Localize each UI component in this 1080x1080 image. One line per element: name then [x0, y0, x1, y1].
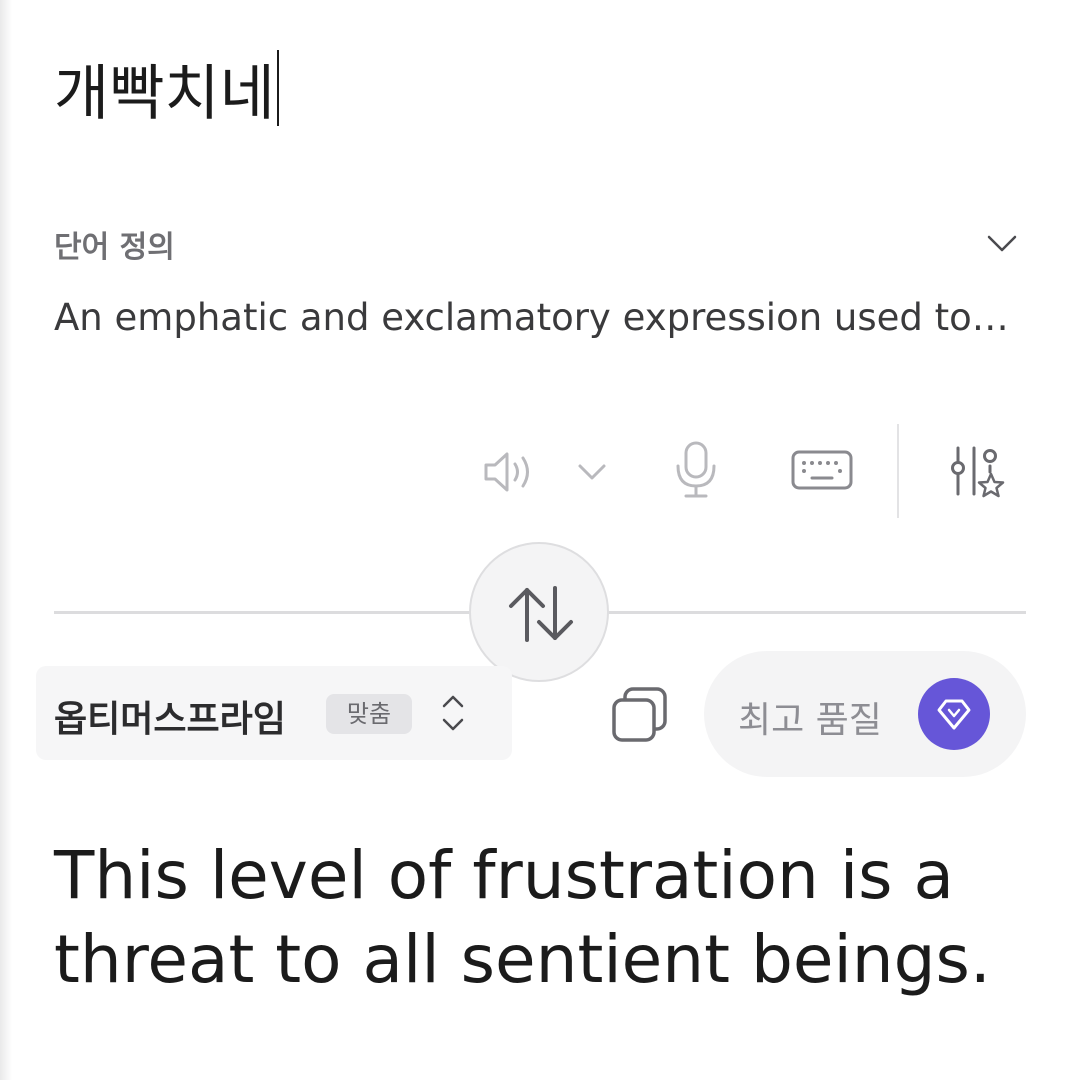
copy-icon[interactable]	[608, 684, 670, 746]
quality-label: 최고 품질	[738, 700, 882, 741]
model-badge: 맞춤	[326, 694, 412, 734]
left-edge-shadow	[0, 0, 12, 1080]
swap-languages-button[interactable]	[469, 542, 609, 682]
diamond-icon	[937, 699, 971, 730]
chevron-down-icon[interactable]	[984, 226, 1020, 262]
chevron-up-down-icon	[442, 695, 464, 731]
microphone-icon[interactable]	[672, 440, 720, 500]
quality-toggle[interactable]: 최고 품질	[704, 651, 1026, 777]
definition-text[interactable]: An emphatic and exclamatory expression u…	[54, 296, 1014, 339]
definition-title: 단어 정의	[54, 230, 175, 265]
toolbar-separator	[897, 424, 899, 518]
translator-screen: 개빡치네 단어 정의 An emphatic and exclamatory e…	[0, 0, 1080, 1080]
text-caret	[276, 50, 279, 126]
translation-result: This level of frustration is a threat to…	[54, 837, 991, 998]
source-input[interactable]: 개빡치네	[54, 50, 279, 134]
model-name: 옵티머스프라임	[54, 699, 286, 740]
source-input-text: 개빡치네	[54, 59, 275, 129]
settings-sliders-star-icon[interactable]	[946, 442, 1008, 504]
keyboard-icon[interactable]	[790, 448, 854, 492]
speaker-icon[interactable]	[482, 448, 538, 496]
premium-badge	[918, 678, 990, 750]
swap-arrows-icon	[509, 586, 573, 642]
voice-chevron-down-icon[interactable]	[576, 460, 608, 484]
model-selector[interactable]: 옵티머스프라임 맞춤	[36, 666, 512, 760]
